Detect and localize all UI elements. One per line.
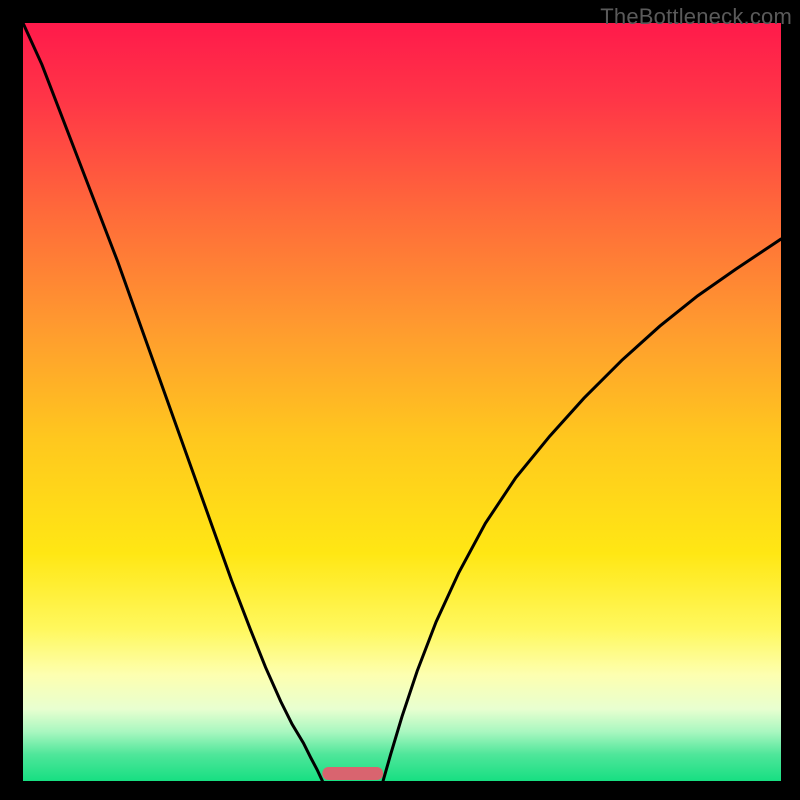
gradient-background xyxy=(23,23,781,781)
plot-area xyxy=(23,23,781,781)
trough-marker xyxy=(322,767,383,780)
watermark-text: TheBottleneck.com xyxy=(600,4,792,30)
chart-frame: TheBottleneck.com xyxy=(0,0,800,800)
chart-svg xyxy=(23,23,781,781)
